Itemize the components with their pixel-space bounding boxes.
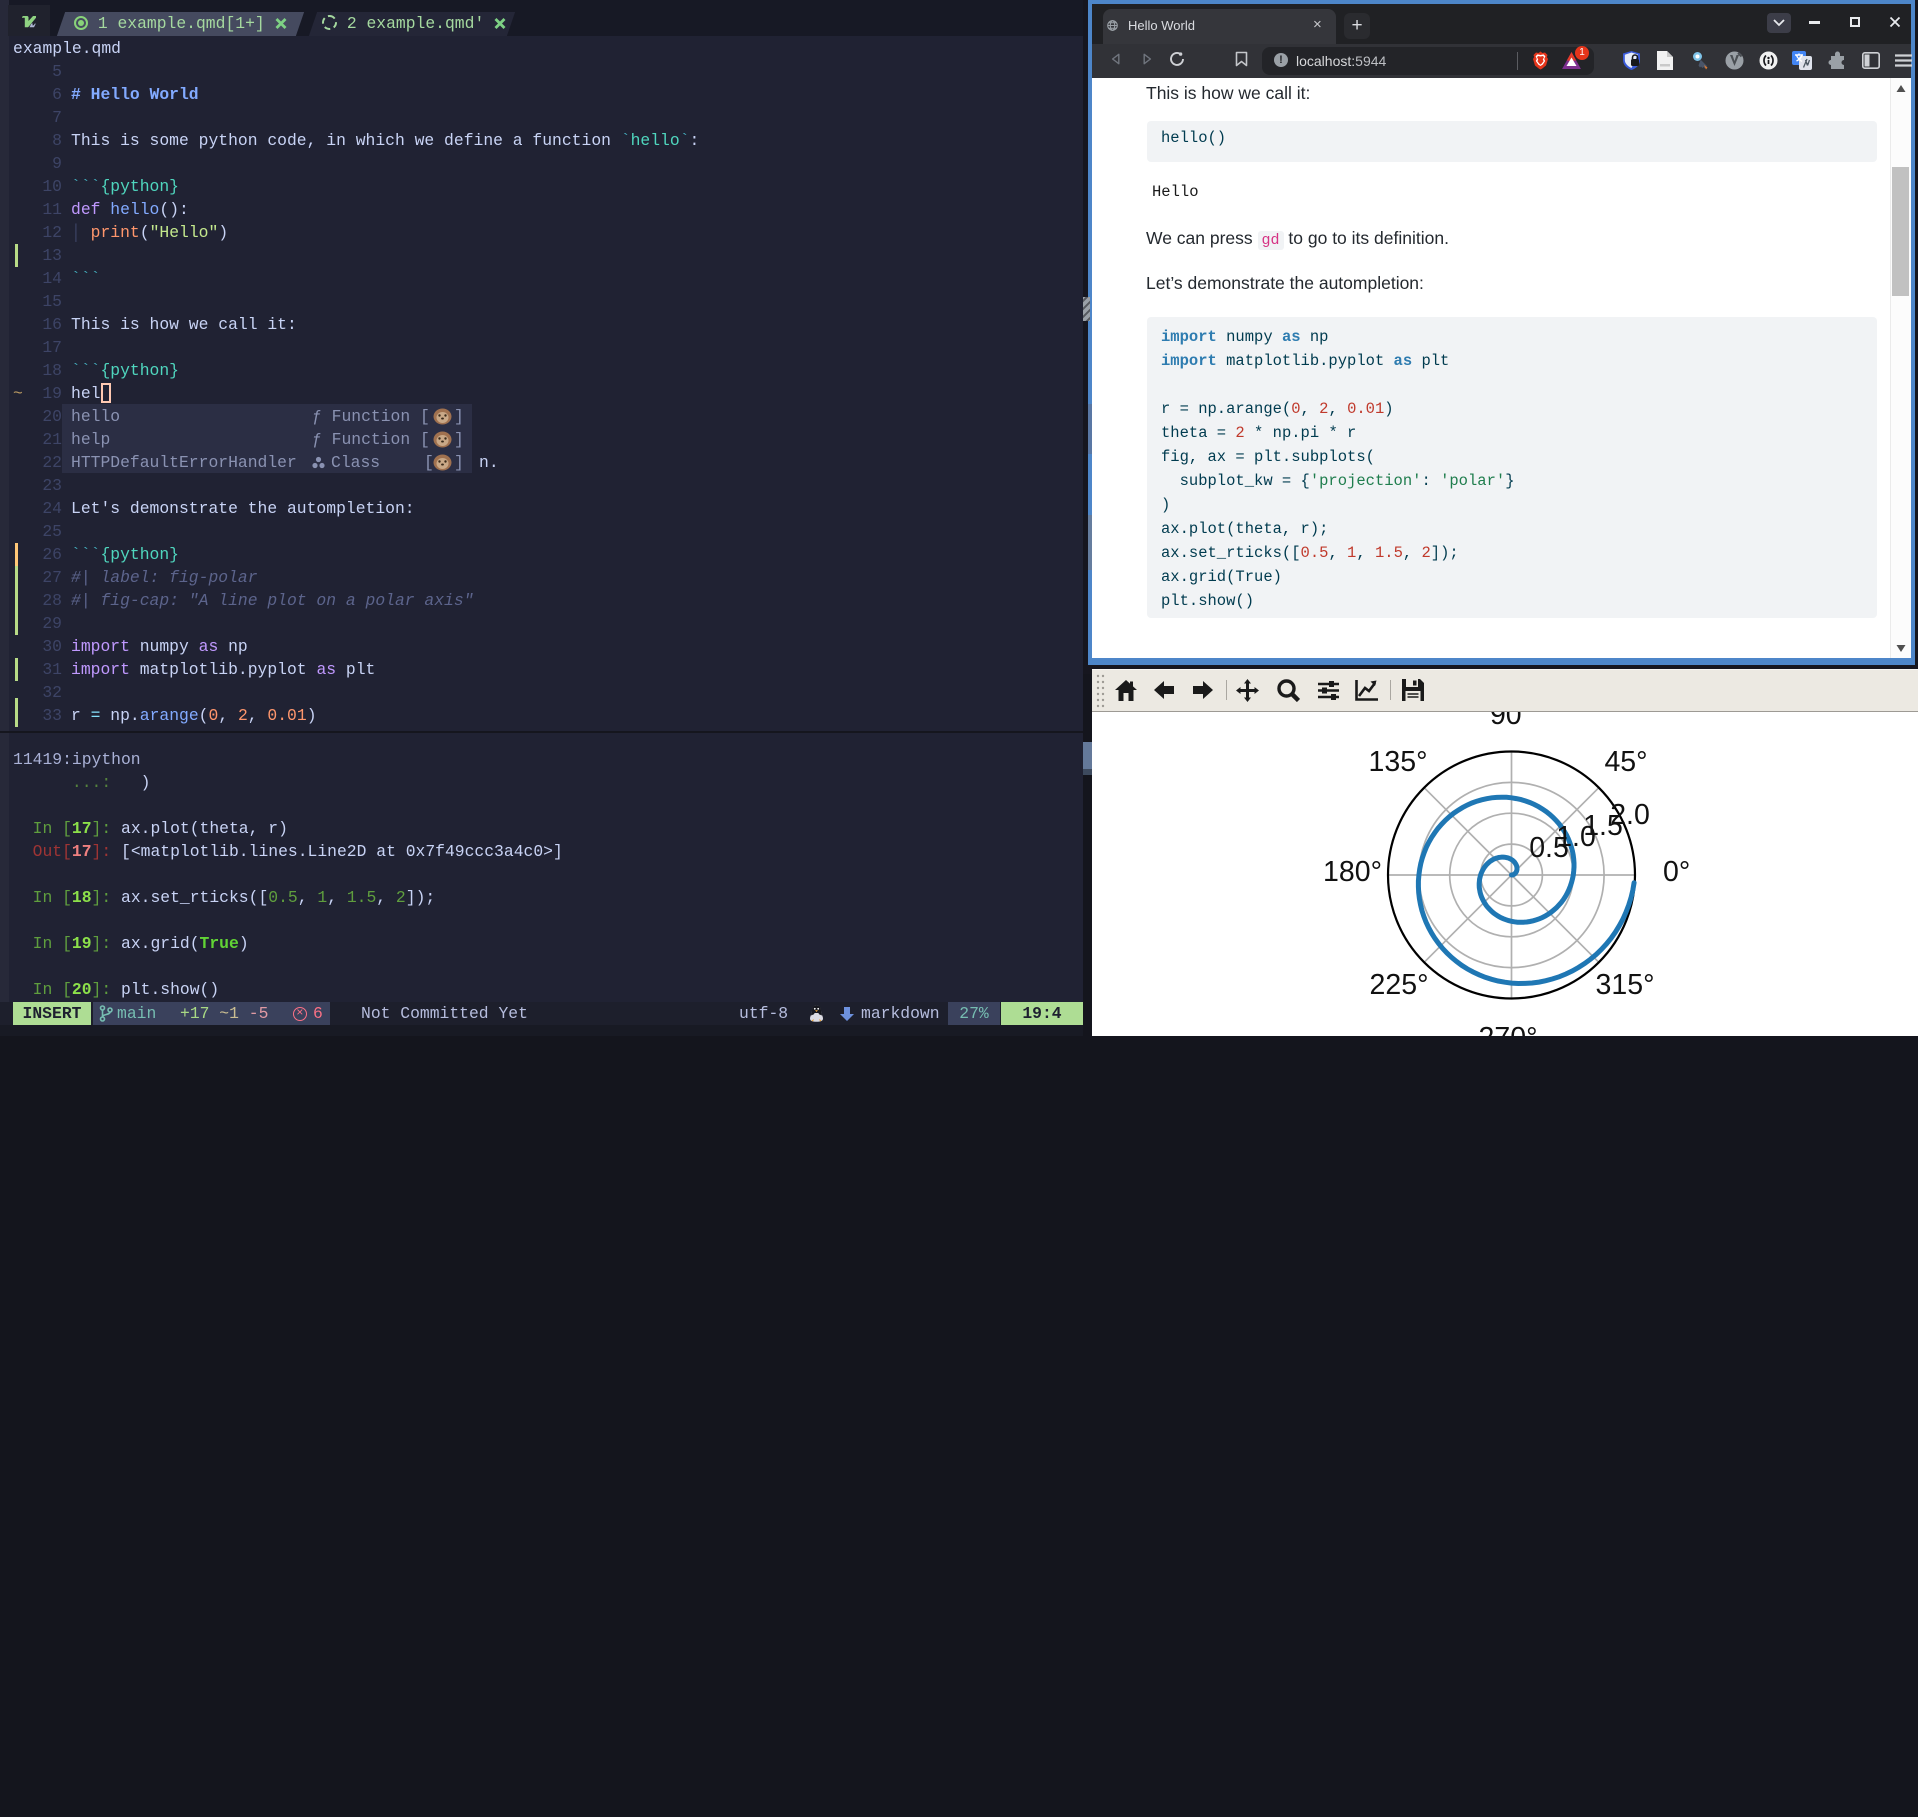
svg-text:0°: 0° bbox=[1663, 856, 1690, 888]
svg-text:45°: 45° bbox=[1604, 746, 1647, 778]
svg-text:315°: 315° bbox=[1596, 969, 1655, 1001]
svg-text:270°: 270° bbox=[1479, 1022, 1538, 1036]
svg-text:2.0: 2.0 bbox=[1610, 799, 1650, 831]
svg-text:180°: 180° bbox=[1323, 856, 1382, 888]
svg-text:225°: 225° bbox=[1370, 969, 1429, 1001]
svg-text:135°: 135° bbox=[1369, 746, 1428, 778]
svg-text:90°: 90° bbox=[1490, 712, 1533, 731]
